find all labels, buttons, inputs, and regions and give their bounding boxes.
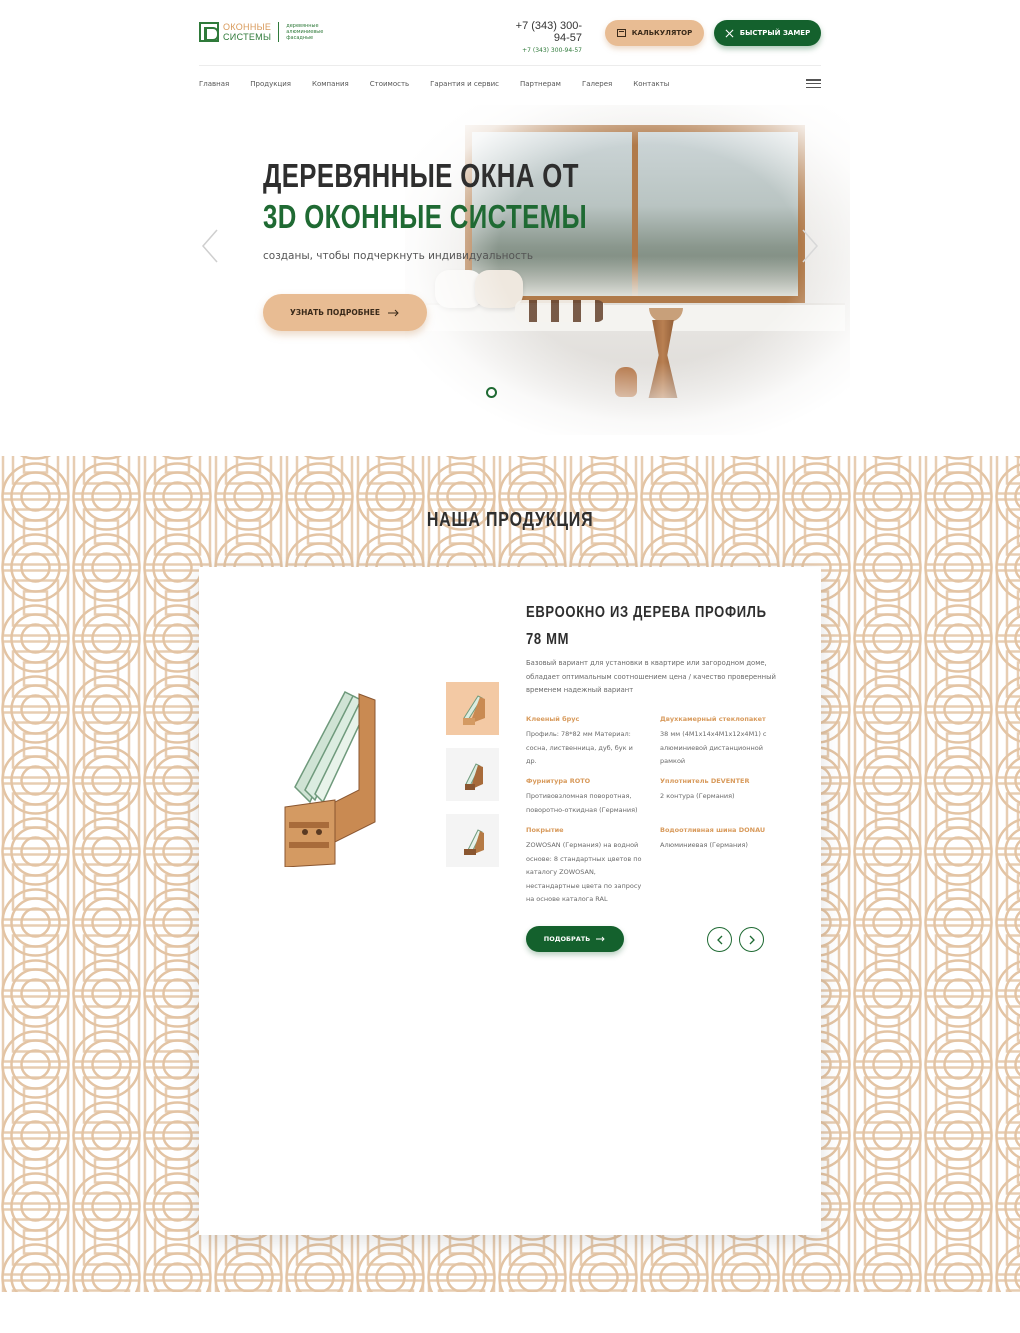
spec-value: Алюминиевая (Германия) <box>660 841 748 850</box>
product-title-line2: 78 ММ <box>526 631 570 648</box>
logo[interactable]: ОКОННЫЕ СИСТЕМЫ деревянные алюминиевые ф… <box>199 22 323 42</box>
learn-more-button[interactable]: УЗНАТЬ ПОДРОБНЕЕ <box>263 294 427 331</box>
nav-item-gallery[interactable]: Галерея <box>582 80 612 88</box>
window-thumb-icon <box>464 762 483 790</box>
hero-title: ДЕРЕВЯННЫЕ ОКНА ОТ 3D ОКОННЫЕ СИСТЕМЫ <box>263 155 587 237</box>
logo-name: ОКОННЫЕ СИСТЕМЫ <box>223 22 271 42</box>
spec-title: Двухкамерный стеклопакет <box>660 715 766 723</box>
spec-item: Клееный брус Профиль: 78*82 мм Материал:… <box>526 713 644 769</box>
learn-more-button-label: УЗНАТЬ ПОДРОБНЕЕ <box>289 308 381 317</box>
product-title-line1: ЕВРООКНО ИЗ ДЕРЕВА ПРОФИЛЬ <box>526 604 767 621</box>
spec-item: Уплотнитель DEVENTER 2 контура (Германия… <box>660 775 785 804</box>
phone-main-link[interactable]: +7 (343) 300-94-57 <box>500 20 582 44</box>
logo-divider <box>278 22 280 42</box>
spec-value: Профиль: 78*82 мм Материал: сосна, листв… <box>526 730 633 766</box>
hero-subtitle: созданы, чтобы подчеркнуть индивидуально… <box>263 250 534 262</box>
ruler-icon <box>725 29 734 37</box>
nav-item-products[interactable]: Продукция <box>250 80 291 88</box>
menu-icon[interactable] <box>806 79 821 88</box>
product-thumbnail-2[interactable] <box>446 748 499 801</box>
phone-block: +7 (343) 300-94-57 +7 (343) 300-94-57 <box>500 20 582 54</box>
spec-title: Фурнитура ROTO <box>526 777 591 785</box>
product-prev-button[interactable] <box>707 927 732 952</box>
product-thumbnail-3[interactable] <box>446 814 499 867</box>
header-divider <box>199 65 821 66</box>
nav-item-contacts[interactable]: Контакты <box>633 80 669 88</box>
window-profile-image <box>284 691 376 867</box>
nav-item-partners[interactable]: Партнерам <box>520 80 561 88</box>
spec-item: Покрытие ZOWOSAN (Германия) на водной ос… <box>526 824 651 906</box>
quick-measure-button[interactable]: БЫСТРЫЙ ЗАМЕР <box>714 20 821 46</box>
section-title-products-text: НАША ПРОДУКЦИЯ <box>426 509 594 531</box>
slider-dot-active[interactable] <box>486 387 497 398</box>
spec-title: Покрытие <box>526 826 564 834</box>
nav-item-home[interactable]: Главная <box>199 80 229 88</box>
spec-value: Противовзломная поворотная, поворотно-от… <box>526 792 638 814</box>
product-card: ЕВРООКНО ИЗ ДЕРЕВА ПРОФИЛЬ 78 ММ Базовый… <box>199 567 821 1235</box>
spec-item: Двухкамерный стеклопакет 38 мм (4М1х14х4… <box>660 713 785 769</box>
calculator-button-label: КАЛЬКУЛЯТОР <box>631 29 693 37</box>
spec-title: Клееный брус <box>526 715 580 723</box>
main-nav: Главная Продукция Компания Стоимость Гар… <box>199 80 690 88</box>
hero-title-line1: ДЕРЕВЯННЫЕ ОКНА ОТ <box>263 157 579 194</box>
product-title: ЕВРООКНО ИЗ ДЕРЕВА ПРОФИЛЬ 78 ММ <box>526 599 767 653</box>
section-title-products: НАША ПРОДУКЦИЯ <box>0 509 1020 532</box>
nav-item-price[interactable]: Стоимость <box>370 80 409 88</box>
spec-title: Уплотнитель DEVENTER <box>660 777 750 785</box>
quick-measure-button-label: БЫСТРЫЙ ЗАМЕР <box>739 29 811 37</box>
calculator-button[interactable]: КАЛЬКУЛЯТОР <box>605 20 704 46</box>
spec-value: 2 контура (Германия) <box>660 792 735 801</box>
logo-icon <box>199 22 219 42</box>
spec-title: Водоотливная шина DONAU <box>660 826 766 834</box>
spec-item: Водоотливная шина DONAU Алюминиевая (Гер… <box>660 824 785 853</box>
chevron-left-icon <box>716 935 722 944</box>
arrow-right-icon <box>596 936 605 942</box>
spec-item: Фурнитура ROTO Противовзломная поворотна… <box>526 775 651 817</box>
spec-value: 38 мм (4М1х14х4М1х12х4М1) с алюминиевой … <box>660 730 767 766</box>
calculator-icon <box>616 29 626 37</box>
hero-title-line2: 3D ОКОННЫЕ СИСТЕМЫ <box>263 198 588 235</box>
slider-prev-arrow-icon[interactable] <box>200 228 220 264</box>
product-thumbnail-1[interactable] <box>446 682 499 735</box>
logo-name-line1: ОКОННЫЕ <box>223 22 272 32</box>
chevron-right-icon <box>749 935 755 944</box>
logo-tag-line3: фасадные <box>286 35 314 41</box>
pick-button-label: ПОДОБРАТЬ <box>543 935 591 943</box>
pick-button[interactable]: ПОДОБРАТЬ <box>526 926 624 952</box>
nav-item-company[interactable]: Компания <box>312 80 349 88</box>
logo-tagline: деревянные алюминиевые фасадные <box>286 23 323 41</box>
arrow-right-icon <box>388 309 399 316</box>
product-next-button[interactable] <box>739 927 764 952</box>
window-thumb-icon <box>463 828 484 855</box>
spec-value: ZOWOSAN (Германия) на водной основе: 8 с… <box>526 841 642 904</box>
window-thumb-icon <box>462 694 485 725</box>
logo-name-line2: СИСТЕМЫ <box>223 32 272 42</box>
phone-secondary-link[interactable]: +7 (343) 300-94-57 <box>500 47 582 54</box>
slider-next-arrow-icon[interactable] <box>800 228 820 264</box>
product-description: Базовый вариант для установки в квартире… <box>526 659 776 694</box>
nav-item-warranty[interactable]: Гарантия и сервис <box>430 80 499 88</box>
